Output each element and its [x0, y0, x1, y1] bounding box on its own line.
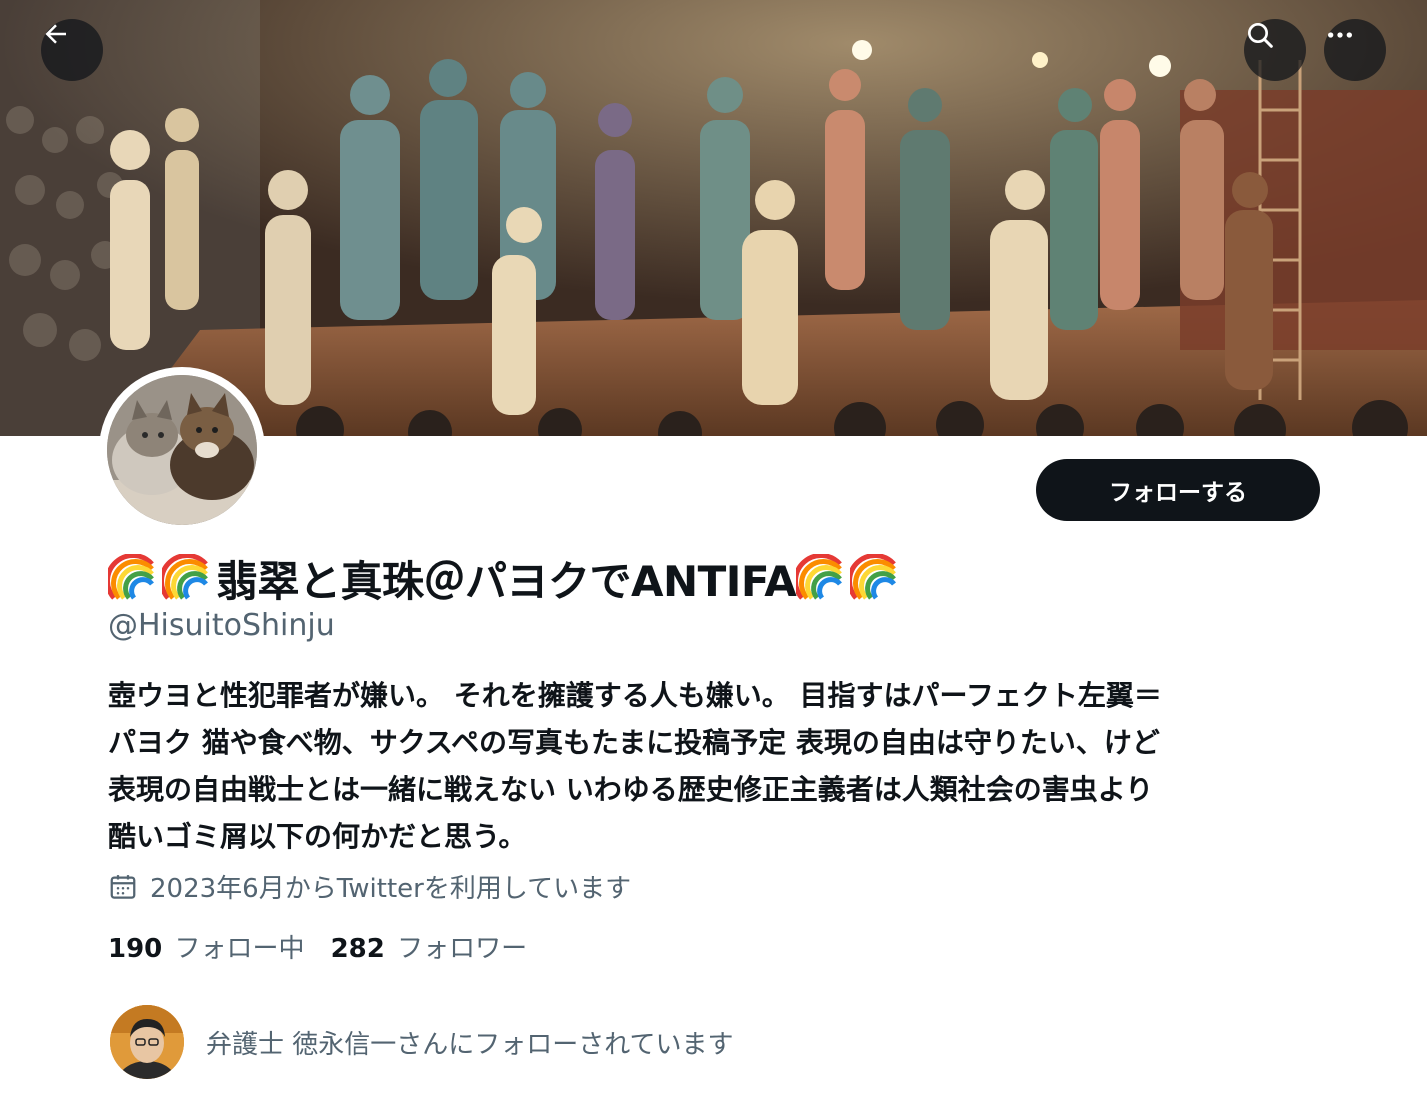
followed-by-text: 弁護士 徳永信一さんにフォローされています: [206, 1029, 734, 1060]
profile-avatar[interactable]: [99, 367, 265, 533]
follow-button[interactable]: フォローする: [1036, 459, 1320, 521]
profile-display-name: 翡翠と真珠＠パヨクでANTIFA: [108, 548, 904, 609]
arrow-left-icon: [45, 24, 66, 44]
joined-text: 2023年6月からTwitterを利用しています: [150, 874, 632, 904]
search-button[interactable]: [1244, 19, 1306, 81]
rainbow-emoji-icon: [796, 553, 843, 600]
followed-by-row[interactable]: 弁護士 徳永信一さんにフォローされています: [110, 1005, 734, 1079]
display-name-text: 翡翠と真珠＠パヨクでANTIFA: [216, 557, 797, 606]
rainbow-emoji-icon: [850, 553, 897, 600]
followers-count: 282: [330, 934, 385, 964]
bio-line: 酷いゴミ屑以下の何かだと思う。: [108, 820, 527, 853]
bio-line: パヨク 猫や食べ物、サクスペの写真もたまに投稿予定 表現の自由は守りたい、けど: [108, 726, 1160, 759]
profile-bio: 壺ウヨと性犯罪者が嫌い。 それを擁護する人も嫌い。 目指すはパーフェクト左翼＝ …: [108, 672, 1318, 860]
bio-line: 壺ウヨと性犯罪者が嫌い。 それを擁護する人も嫌い。 目指すはパーフェクト左翼＝: [108, 679, 1162, 712]
more-horizontal-icon: [1328, 32, 1352, 38]
following-count: 190: [108, 934, 163, 964]
profile-stats: 190 フォロー中 282 フォロワー: [108, 928, 553, 965]
bio-line: 表現の自由戦士とは一緒に戦えない いわゆる歴史修正主義者は人類社会の害虫より: [108, 773, 1154, 806]
following-label: フォロー中: [174, 934, 305, 964]
profile-page: フォローする 翡翠と真珠＠パヨクでANTIFA @HisuitoShinju 壺…: [0, 0, 1427, 1119]
following-link[interactable]: 190 フォロー中: [108, 928, 305, 965]
back-button[interactable]: [41, 19, 103, 81]
search-icon: [1248, 23, 1273, 48]
calendar-icon: [110, 874, 136, 899]
avatar-image-cats: [107, 375, 257, 525]
rainbow-emoji-icon: [162, 553, 208, 600]
profile-joined-date: 2023年6月からTwitterを利用しています: [108, 868, 631, 905]
rainbow-emoji-icon: [108, 553, 154, 600]
more-options-button[interactable]: [1324, 19, 1386, 81]
profile-handle: @HisuitoShinju: [108, 608, 335, 643]
banner-stage-scene: [0, 0, 1427, 436]
followers-label: フォロワー: [397, 934, 528, 964]
profile-banner-image[interactable]: [0, 0, 1427, 436]
followers-link[interactable]: 282 フォロワー: [331, 928, 528, 965]
follower-avatar: [110, 1005, 184, 1079]
